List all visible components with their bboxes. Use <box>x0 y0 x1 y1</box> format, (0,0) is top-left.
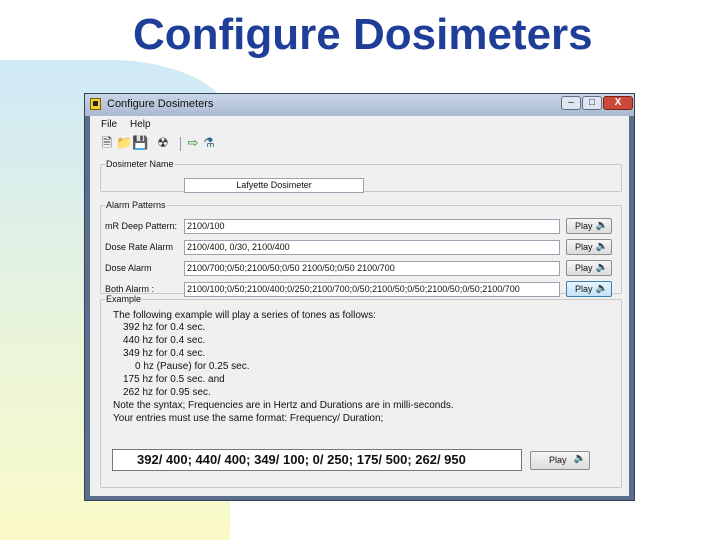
both-alarm-label: Both Alarm : <box>105 284 155 294</box>
example-line: Your entries must use the same format: F… <box>113 413 384 424</box>
deep-pattern-input[interactable]: 2100/100 <box>184 219 560 234</box>
app-icon <box>90 98 101 110</box>
configure-dosimeters-window: Configure Dosimeters – □ X File Help 🗎 📁… <box>84 93 635 501</box>
deep-pattern-label: mR Deep Pattern: <box>105 221 178 231</box>
minimize-button[interactable]: – <box>561 96 581 110</box>
alarm-patterns-legend: Alarm Patterns <box>106 200 166 210</box>
speaker-icon: 🔈 <box>573 453 586 464</box>
menu-help[interactable]: Help <box>130 119 151 130</box>
open-folder-icon[interactable]: 📁 <box>116 136 132 150</box>
window-title: Configure Dosimeters <box>107 98 214 110</box>
maximize-button[interactable]: □ <box>582 96 602 110</box>
window-titlebar[interactable]: Configure Dosimeters – □ X <box>85 94 634 116</box>
dosimeter-name-legend: Dosimeter Name <box>106 159 174 169</box>
example-pattern-field[interactable]: 392/ 400; 440/ 400; 349/ 100; 0/ 250; 17… <box>112 449 522 471</box>
alarm-patterns-group: Alarm Patterns mR Deep Pattern: 2100/100… <box>100 200 622 297</box>
example-legend: Example <box>106 294 142 304</box>
play-example-button[interactable]: Play 🔈 <box>530 451 590 470</box>
example-text: The following example will play a series… <box>113 310 613 430</box>
play-label: Play <box>575 242 593 252</box>
play-label: Play <box>575 221 593 231</box>
dosimeter-name-input[interactable]: Lafyette Dosimeter <box>184 178 364 193</box>
example-line: 392 hz for 0.4 sec. <box>123 322 206 333</box>
play-label: Play <box>575 284 593 294</box>
toolbar: 🗎 📁 💾 ☢ ⇨ ⚗ <box>92 134 292 154</box>
import-icon[interactable]: ⇨ <box>186 136 200 150</box>
window-client-area: File Help 🗎 📁 💾 ☢ ⇨ ⚗ Dosimeter Name Laf… <box>90 116 629 496</box>
dosimeter-name-group: Dosimeter Name Lafyette Dosimeter <box>100 159 622 193</box>
example-line: 349 hz for 0.4 sec. <box>123 348 206 359</box>
menu-file[interactable]: File <box>101 119 117 130</box>
play-deep-pattern-button[interactable]: Play 🔈 <box>566 218 612 234</box>
example-line: 440 hz for 0.4 sec. <box>123 335 206 346</box>
slide-title: Configure Dosimeters <box>133 10 593 59</box>
example-line: Note the syntax; Frequencies are in Hert… <box>113 400 454 411</box>
speaker-icon: 🔈 <box>595 220 608 231</box>
example-line: 0 hz (Pause) for 0.25 sec. <box>135 361 250 372</box>
save-icon[interactable]: 💾 <box>132 136 148 150</box>
dose-rate-alarm-input[interactable]: 2100/400, 0/30, 2100/400 <box>184 240 560 255</box>
new-file-icon[interactable]: 🗎 <box>100 136 114 150</box>
speaker-icon: 🔈 <box>595 241 608 252</box>
example-line: 262 hz for 0.95 sec. <box>123 387 211 398</box>
play-label: Play <box>549 455 567 465</box>
example-line: The following example will play a series… <box>113 310 376 321</box>
close-button[interactable]: X <box>603 96 633 110</box>
play-dose-alarm-button[interactable]: Play 🔈 <box>566 260 612 276</box>
dose-rate-alarm-label: Dose Rate Alarm <box>105 242 174 252</box>
dosimeter-icon[interactable]: ☢ <box>156 136 170 150</box>
example-line: 175 hz for 0.5 sec. and <box>123 374 225 385</box>
toolbar-separator <box>180 137 181 151</box>
dose-alarm-input[interactable]: 2100/700;0/50;2100/50;0/50 2100/50;0/50 … <box>184 261 560 276</box>
dose-alarm-label: Dose Alarm <box>105 263 152 273</box>
speaker-icon: 🔈 <box>595 262 608 273</box>
menu-bar: File Help <box>90 116 629 132</box>
play-dose-rate-alarm-button[interactable]: Play 🔈 <box>566 239 612 255</box>
play-label: Play <box>575 263 593 273</box>
resize-grip[interactable] <box>617 484 629 496</box>
export-icon[interactable]: ⚗ <box>202 136 216 150</box>
